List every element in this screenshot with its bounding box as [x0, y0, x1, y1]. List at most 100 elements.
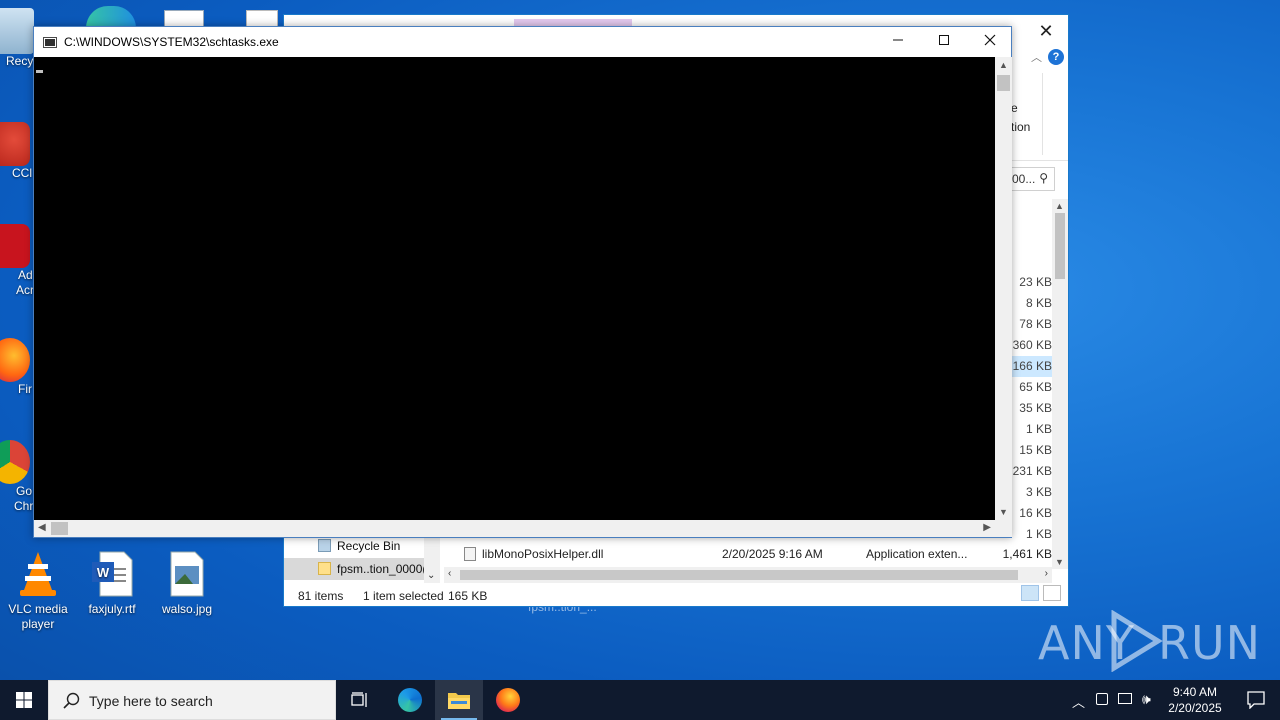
- taskbar-clock[interactable]: 9:40 AM 2/20/2025: [1160, 684, 1230, 716]
- desktop-icon-recycle-bin[interactable]: Recy: [0, 8, 34, 69]
- console-output-area[interactable]: [34, 57, 995, 520]
- minimize-icon[interactable]: [875, 27, 921, 57]
- start-button[interactable]: [0, 680, 48, 720]
- file-list-horizontal-scrollbar[interactable]: ‹ ›: [444, 567, 1052, 583]
- search-icon: ⚲: [1039, 171, 1048, 185]
- scroll-right-icon[interactable]: ▶: [983, 522, 991, 533]
- console-title: C:\WINDOWS\SYSTEM32\schtasks.exe: [64, 35, 279, 49]
- file-date: 2/20/2025 9:16 AM: [722, 547, 823, 561]
- details-view-icon[interactable]: [1021, 585, 1039, 601]
- selection-size: 165 KB: [448, 589, 488, 603]
- desktop-icon-chrome[interactable]: Go Chr: [0, 440, 34, 514]
- taskbar: Type here to search ︿ 🕪 9:40 AM 2/20/202…: [0, 680, 1280, 720]
- nav-item-recycle-bin[interactable]: Recycle Bin: [284, 535, 424, 557]
- network-icon[interactable]: [1118, 693, 1132, 704]
- scroll-left-icon[interactable]: ◀: [38, 522, 46, 533]
- console-title-bar[interactable]: C:\WINDOWS\SYSTEM32\schtasks.exe: [34, 27, 1011, 57]
- file-name: libMonoPosixHelper.dll: [482, 547, 604, 561]
- console-horizontal-scrollbar[interactable]: ◀ ▶: [34, 520, 995, 537]
- navigation-pane: Recycle Bin fpsm..tion_0000(: [284, 535, 440, 583]
- file-size-cell: 35 KB: [1019, 401, 1052, 415]
- scrollbar-thumb[interactable]: [1055, 213, 1065, 279]
- edge-icon: [398, 688, 422, 712]
- large-icons-view-icon[interactable]: [1043, 585, 1061, 601]
- file-list-vertical-scrollbar[interactable]: ▲ ▼: [1052, 199, 1068, 569]
- nav-pane-scrollbar[interactable]: ⌄: [424, 535, 440, 583]
- file-size-cell: 8 KB: [1025, 296, 1052, 310]
- file-size-cell: 78 KB: [1019, 317, 1052, 331]
- task-view-icon: [351, 692, 367, 707]
- file-size-cell: 360 KB: [1012, 338, 1052, 352]
- device-icon[interactable]: [1096, 693, 1108, 705]
- file-explorer-icon: [448, 693, 470, 709]
- console-window[interactable]: C:\WINDOWS\SYSTEM32\schtasks.exe ▲ ▼ ◀ ▶: [33, 26, 1012, 538]
- folder-icon: [318, 562, 331, 575]
- scrollbar-thumb[interactable]: [997, 75, 1010, 91]
- file-size-cell: 1 KB: [1025, 422, 1052, 436]
- scroll-down-icon[interactable]: ⌄: [427, 570, 435, 581]
- recycle-bin-icon: [0, 8, 34, 54]
- watermark-text-right: RUN: [1158, 616, 1262, 670]
- text-cursor: [36, 70, 43, 73]
- desktop-icon-acrobat[interactable]: Ad Acr: [0, 224, 34, 298]
- scroll-right-icon[interactable]: ›: [1045, 568, 1048, 579]
- selection-count: 1 item selected: [363, 589, 444, 603]
- file-size-cell: 231 KB: [1012, 464, 1052, 478]
- taskbar-file-explorer[interactable]: [435, 680, 483, 720]
- desktop-icon-label: Acr: [16, 283, 34, 297]
- search-text: 00...: [1012, 172, 1036, 186]
- close-icon[interactable]: ✕: [1034, 19, 1058, 43]
- taskbar-search-box[interactable]: Type here to search: [48, 680, 336, 720]
- chevron-up-icon[interactable]: ︿: [1031, 49, 1042, 65]
- recycle-bin-icon: [318, 539, 331, 552]
- scroll-down-icon[interactable]: ▼: [1055, 557, 1064, 567]
- play-logo-icon: [1111, 610, 1163, 672]
- desktop-icon-label: Chr: [14, 499, 34, 513]
- file-type: Application exten...: [866, 547, 968, 561]
- size-column: 23 KB 8 KB 78 KB 360 KB 166 KB 65 KB 35 KB 1 KB…: [1012, 272, 1052, 545]
- desktop-icon-faxjuly[interactable]: W faxjuly.rtf: [74, 550, 150, 617]
- scrollbar-thumb[interactable]: [460, 570, 1018, 580]
- scroll-up-icon[interactable]: ▲: [999, 60, 1008, 70]
- dll-file-icon: [464, 547, 476, 561]
- scrollbar-thumb[interactable]: [51, 522, 68, 535]
- volume-icon[interactable]: 🕪: [1142, 691, 1151, 708]
- taskbar-edge[interactable]: [386, 680, 434, 720]
- nav-item-folder[interactable]: fpsm..tion_0000(: [284, 558, 424, 580]
- maximize-icon[interactable]: [921, 27, 967, 57]
- file-size-cell: 23 KB: [1019, 275, 1052, 289]
- svg-text:W: W: [97, 565, 110, 580]
- desktop-icon-ccleaner[interactable]: CCl: [0, 122, 34, 181]
- clock-time: 9:40 AM: [1172, 685, 1218, 699]
- file-size-cell: 1 KB: [1025, 527, 1052, 541]
- desktop-icon-label: VLC media player: [8, 602, 68, 631]
- scroll-left-icon[interactable]: ‹: [448, 568, 451, 579]
- desktop-icon-walso[interactable]: walso.jpg: [149, 550, 225, 617]
- close-icon[interactable]: [967, 27, 1013, 57]
- ribbon-partial-label: e: [1011, 101, 1018, 115]
- ribbon-separator: [1042, 73, 1043, 155]
- action-center-button[interactable]: [1232, 680, 1280, 720]
- desktop-icon-label: Recy: [6, 54, 34, 68]
- file-size-cell: 65 KB: [1019, 380, 1052, 394]
- desktop-icon-label: faxjuly.rtf: [88, 602, 136, 616]
- task-view-button[interactable]: [336, 680, 384, 720]
- firefox-icon: [0, 338, 30, 382]
- desktop-icon-firefox[interactable]: Fir: [0, 338, 34, 397]
- taskbar-firefox[interactable]: [484, 680, 532, 720]
- chrome-icon: [0, 440, 30, 484]
- file-size-cell: 16 KB: [1019, 506, 1052, 520]
- desktop-icon-edge-partial[interactable]: [86, 6, 136, 28]
- desktop-icon-vlc[interactable]: VLC media player: [0, 550, 76, 632]
- desktop-icon-label: Fir: [18, 382, 32, 396]
- chevron-up-icon[interactable]: ︿: [1072, 692, 1085, 711]
- clock-date: 2/20/2025: [1168, 701, 1222, 715]
- help-icon[interactable]: ?: [1048, 49, 1064, 65]
- scroll-down-icon[interactable]: ▼: [999, 507, 1008, 517]
- scroll-up-icon[interactable]: ▲: [1055, 201, 1064, 211]
- file-row[interactable]: libMonoPosixHelper.dll 2/20/2025 9:16 AM…: [444, 543, 1052, 565]
- search-input[interactable]: 00... ⚲: [1009, 167, 1055, 191]
- console-vertical-scrollbar[interactable]: ▲ ▼: [995, 57, 1012, 520]
- vlc-icon: [16, 550, 60, 598]
- file-size-cell: 3 KB: [1025, 485, 1052, 499]
